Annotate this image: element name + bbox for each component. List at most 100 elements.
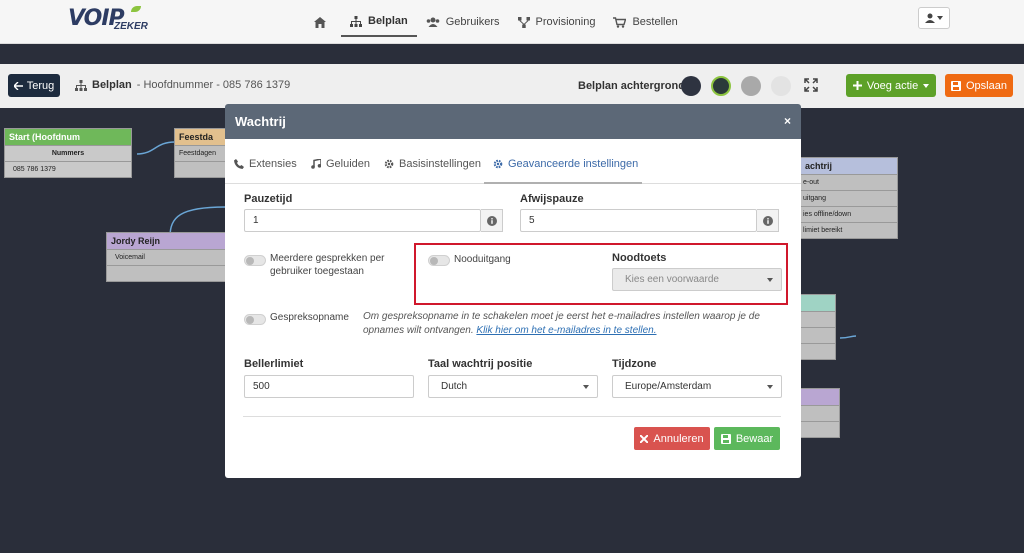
node-partial-a-row [801, 327, 835, 343]
add-action-button[interactable]: Voeg actie [846, 74, 936, 97]
taal-wachtrij-value: Dutch [441, 381, 468, 392]
save-button[interactable]: Bewaar [714, 427, 780, 450]
nav-provisioning[interactable]: Provisioning [509, 7, 605, 37]
gespreksopname-note: Om gespreksopname in te schakelen moet j… [363, 310, 773, 338]
node-partial-b-header [801, 389, 839, 405]
node-wachtrij-row: e-out [801, 174, 897, 190]
node-jordy-title: Jordy Reijn [111, 236, 161, 246]
bellerlimiet-input[interactable]: 500 [244, 375, 414, 398]
meerdere-gesprekken-label: Meerdere gesprekken per gebruiker toeges… [270, 253, 385, 277]
nav-bestellen-label: Bestellen [632, 16, 678, 28]
floppy-icon [951, 80, 961, 91]
flow-node-wachtrij[interactable]: achtrij e-out uitgang ies offline/down l… [800, 157, 898, 239]
user-icon [925, 13, 935, 23]
background-label: Belplan achtergrond [578, 80, 685, 92]
flow-node-feestdagen[interactable]: Feestda Feestdagen [174, 128, 226, 178]
nav-gebruikers[interactable]: Gebruikers [417, 7, 509, 37]
wachtrij-modal: Wachtrij × Extensies Geluiden Basisinste… [225, 104, 801, 478]
tab-basisinstellingen-label: Basisinstellingen [399, 158, 481, 170]
flow-node-partial-a[interactable] [800, 294, 836, 360]
home-icon [314, 16, 326, 28]
breadcrumb: Belplan - Hoofdnummer - 085 786 1379 [75, 79, 290, 91]
save-plan-button[interactable]: Opslaan [945, 74, 1013, 97]
node-wachtrij-row: uitgang [801, 190, 897, 206]
top-navbar: VOIP ZEKER Belplan Gebruikers Provisioni… [0, 0, 1024, 44]
close-icon [640, 434, 649, 443]
pauzetijd-info-button[interactable] [481, 209, 503, 232]
node-partial-a-row [801, 343, 835, 359]
tijdzone-select[interactable]: Europe/Amsterdam [612, 375, 782, 398]
breadcrumb-title: Belplan [92, 79, 132, 91]
plus-icon [852, 81, 862, 90]
cancel-button[interactable]: Annuleren [634, 427, 710, 450]
afwijspauze-label: Afwijspauze [520, 193, 584, 205]
floppy-icon [720, 433, 731, 444]
nav-bestellen[interactable]: Bestellen [604, 7, 686, 37]
node-start-header: Start (Hoofdnum [5, 129, 131, 145]
flow-node-start[interactable]: Start (Hoofdnum Nummers 085 786 1379 [4, 128, 132, 178]
voipzeker-logo[interactable]: VOIP ZEKER [68, 6, 158, 32]
chevron-down-icon [583, 385, 589, 389]
node-jordy-header: Jordy Reijn [107, 233, 225, 249]
background-swatch-dark[interactable] [681, 76, 701, 96]
taal-wachtrij-label: Taal wachtrij positie [428, 358, 533, 370]
chevron-down-icon [767, 385, 773, 389]
nav-home[interactable] [305, 7, 341, 37]
music-icon [311, 159, 321, 169]
node-feest-title: Feestda [179, 132, 214, 142]
node-wachtrij-row: ies offline/down [801, 206, 897, 222]
bellerlimiet-label: Bellerlimiet [244, 358, 304, 370]
footer-divider [243, 416, 781, 417]
afwijspauze-info-button[interactable] [757, 209, 779, 232]
logo-subtext: ZEKER [114, 21, 148, 32]
tab-basisinstellingen[interactable]: Basisinstellingen [384, 158, 481, 170]
close-icon[interactable]: × [784, 114, 791, 128]
node-start-title: Start (Hoofdnum [9, 132, 80, 142]
gespreksopname-toggle[interactable] [244, 314, 266, 325]
back-button[interactable]: Terug [8, 74, 60, 97]
node-start-number: 085 786 1379 [5, 161, 131, 177]
nav-belplan[interactable]: Belplan [341, 7, 417, 37]
background-swatch-selected[interactable] [711, 76, 731, 96]
phone-icon [234, 159, 244, 169]
afwijspauze-input[interactable]: 5 [520, 209, 757, 232]
user-menu-button[interactable] [918, 7, 950, 29]
add-action-label: Voeg actie [866, 79, 919, 92]
tab-geluiden[interactable]: Geluiden [311, 158, 370, 170]
nav-provisioning-label: Provisioning [535, 16, 596, 28]
caret-down-icon [923, 83, 930, 88]
tijdzone-label: Tijdzone [612, 358, 657, 370]
info-icon [486, 215, 497, 226]
node-partial-a-row [801, 311, 835, 327]
tab-geluiden-label: Geluiden [326, 158, 371, 170]
nav-gebruikers-label: Gebruikers [445, 16, 500, 28]
users-icon [426, 17, 440, 27]
node-jordy-empty [107, 265, 225, 281]
meerdere-gesprekken-toggle[interactable] [244, 255, 266, 266]
sitemap-icon [75, 79, 87, 91]
tab-extensies[interactable]: Extensies [234, 158, 297, 170]
background-swatch-grey[interactable] [741, 76, 761, 96]
expand-icon [804, 78, 818, 92]
node-partial-a-header [801, 295, 835, 311]
flow-node-partial-b[interactable] [800, 388, 840, 438]
save-button-label: Bewaar [735, 432, 774, 445]
node-wachtrij-header: achtrij [801, 158, 897, 174]
node-start-row: Nummers [5, 145, 131, 161]
pauzetijd-label: Pauzetijd [244, 193, 293, 205]
node-wachtrij-title: achtrij [805, 161, 833, 171]
highlight-box [414, 243, 788, 305]
background-swatch-light[interactable] [771, 76, 791, 96]
node-wachtrij-row: limiet bereikt [801, 222, 897, 238]
tab-geavanceerde-label: Geavanceerde instellingen [508, 158, 639, 170]
set-email-link[interactable]: Klik hier om het e-mailadres in te stell… [476, 325, 656, 336]
flow-node-jordy[interactable]: Jordy Reijn Voicemail [106, 232, 226, 282]
expand-button[interactable] [804, 78, 818, 95]
tab-geavanceerde-instellingen[interactable]: Geavanceerde instellingen [493, 158, 638, 170]
sitemap-icon [350, 15, 362, 27]
cancel-button-label: Annuleren [653, 432, 704, 445]
pauzetijd-input[interactable]: 1 [244, 209, 481, 232]
back-button-label: Terug [26, 79, 55, 92]
taal-wachtrij-select[interactable]: Dutch [428, 375, 598, 398]
gear-icon [384, 159, 394, 169]
